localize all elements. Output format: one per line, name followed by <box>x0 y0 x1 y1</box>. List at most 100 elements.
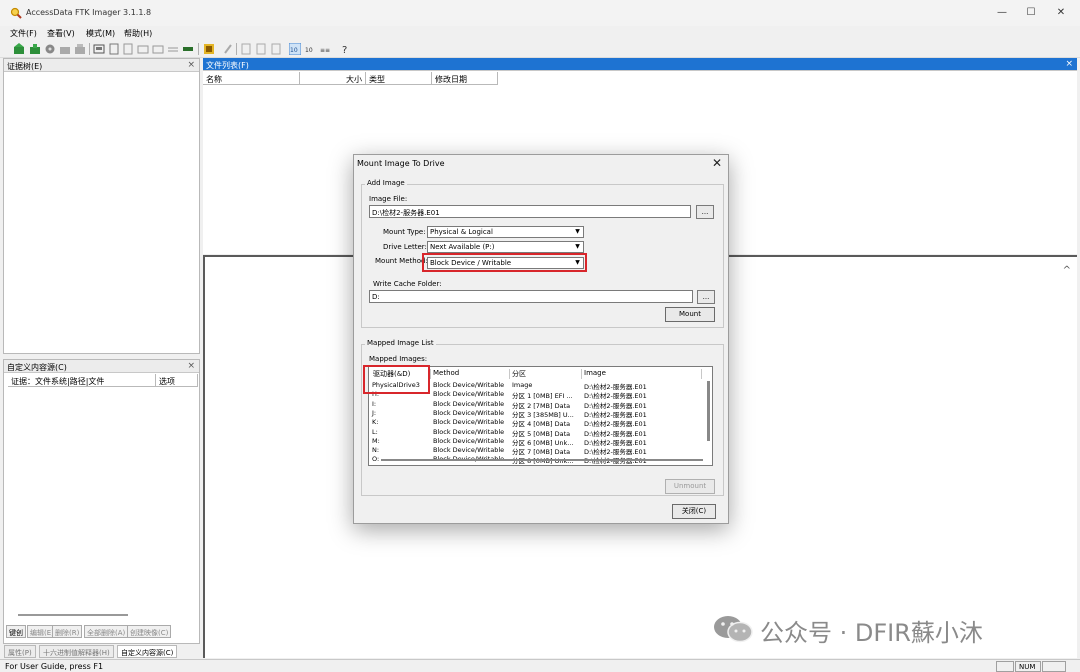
close-icon[interactable]: × <box>1065 59 1073 69</box>
remove-all-button[interactable]: 全部删除(A) <box>84 625 129 638</box>
image-file-label: Image File: <box>369 195 408 203</box>
vertical-scrollbar[interactable] <box>707 381 710 441</box>
status-cell <box>1042 661 1066 672</box>
wechat-icon <box>714 616 753 643</box>
column-type[interactable]: 类型 <box>366 72 432 85</box>
column-method[interactable]: Method <box>431 369 510 379</box>
export-file-hash-icon[interactable] <box>255 43 267 55</box>
tab-properties[interactable]: 属性(P) <box>4 645 36 658</box>
chevron-down-icon[interactable]: ▼ <box>573 228 582 236</box>
column-partition[interactable]: 分区 <box>510 369 582 379</box>
maximize-button[interactable]: ☐ <box>1019 5 1043 21</box>
close-icon[interactable]: × <box>187 361 195 371</box>
mount-method-label: Mount Method: <box>375 257 428 265</box>
svg-text:10: 10 <box>305 47 313 54</box>
file-list-title: 文件列表(F) <box>206 61 249 70</box>
list-item[interactable]: I: Block Device/Writable 分区 2 [7MB] Data D:… <box>369 400 704 410</box>
list-cell-method: Block Device/Writable <box>433 390 505 399</box>
mapped-images-label: Mapped Images: <box>369 355 428 363</box>
horizontal-scrollbar[interactable] <box>18 614 128 616</box>
window-title: AccessData FTK Imager 3.1.1.8 <box>26 8 152 17</box>
list-cell-method: Block Device/Writable <box>433 427 505 436</box>
toolbar: 10 10 ≡≡ ? <box>0 40 1080 58</box>
list-cell-drive: N: <box>372 446 380 455</box>
image-mounting-icon[interactable] <box>44 43 56 55</box>
create-image-button[interactable]: 创建映像(C) <box>127 625 172 638</box>
browse-cache-button[interactable]: ... <box>697 290 715 304</box>
list-item[interactable]: N: Block Device/Writable 分区 7 [0MB] Data D:… <box>369 446 704 456</box>
list-cell-method: Block Device/Writable <box>433 381 505 389</box>
highlight-box <box>363 365 430 394</box>
help-icon[interactable]: ? <box>340 43 352 55</box>
text-view-icon[interactable]: ≡≡ <box>320 43 332 55</box>
custom-content-panel: 自定义内容源(C) × 证据：文件系统|路径|文件 选项 <box>3 359 200 644</box>
detect-encryption-icon[interactable] <box>222 43 234 55</box>
menu-help[interactable]: 帮助(H) <box>124 28 152 39</box>
close-icon[interactable]: × <box>187 60 195 70</box>
list-item[interactable]: L: Block Device/Writable 分区 5 [0MB] Data D:… <box>369 427 704 438</box>
list-item[interactable]: K: Block Device/Writable 分区 4 [0MB] Data D:… <box>369 418 704 428</box>
decrypt-icon[interactable] <box>167 43 179 55</box>
svg-text:?: ? <box>342 45 347 55</box>
write-cache-field[interactable]: D: <box>369 290 693 303</box>
list-cell-drive: L: <box>372 427 378 436</box>
list-item[interactable]: J: Block Device/Writable 分区 3 [385MB] U...… <box>369 409 704 419</box>
hex-view-icon[interactable]: 10 <box>305 43 317 55</box>
mapped-image-group-label: Mapped Image List <box>365 339 436 347</box>
list-cell-method: Block Device/Writable <box>433 418 505 427</box>
toolbar-separator <box>236 43 237 55</box>
menu-view[interactable]: 查看(V) <box>47 28 75 39</box>
list-item[interactable]: M: Block Device/Writable 分区 6 [0MB] Unk...… <box>369 437 704 447</box>
column-image[interactable]: Image <box>582 369 702 379</box>
menu-file[interactable]: 文件(F) <box>10 28 37 39</box>
export-logical-image-icon[interactable] <box>122 43 134 55</box>
menu-bar: 文件(F) 查看(V) 模式(M) 帮助(H) <box>0 26 1080 40</box>
create-disk-image-icon[interactable] <box>93 43 105 55</box>
view-mode-icon[interactable]: 10 <box>289 43 301 55</box>
drive-letter-value: Next Available (P:) <box>430 243 495 251</box>
close-dialog-button[interactable]: 关闭(C) <box>672 504 716 519</box>
add-image-group-label: Add Image <box>365 179 407 187</box>
remove-button[interactable]: 删除(R) <box>52 625 83 638</box>
column-size[interactable]: 大小 <box>300 72 366 85</box>
list-cell-drive: O: <box>372 455 380 464</box>
list-cell-partition: Image <box>512 381 533 389</box>
close-icon[interactable]: ✕ <box>712 156 722 170</box>
remove-all-evidence-icon[interactable] <box>74 43 86 55</box>
add-to-custom-content-icon[interactable] <box>137 43 149 55</box>
drive-letter-select[interactable]: Next Available (P:) ▼ <box>427 241 584 253</box>
toolbar-separator <box>198 43 199 55</box>
mount-image-dialog: Mount Image To Drive ✕ Add Image Image F… <box>353 154 729 524</box>
mount-type-select[interactable]: Physical & Logical ▼ <box>427 226 584 238</box>
remove-evidence-icon[interactable] <box>59 43 71 55</box>
column-name[interactable]: 名称 <box>203 72 300 85</box>
memory-icon[interactable] <box>182 43 194 55</box>
mount-button[interactable]: Mount <box>665 307 715 322</box>
export-disk-image-icon[interactable] <box>108 43 120 55</box>
horizontal-scrollbar[interactable] <box>381 459 703 461</box>
write-cache-label: Write Cache Folder: <box>373 280 442 288</box>
obtain-protected-files-icon[interactable] <box>203 43 215 55</box>
menu-mode[interactable]: 模式(M) <box>86 28 115 39</box>
tab-hex-interpreter[interactable]: 十六进制值解释器(H) <box>39 645 114 658</box>
custom-content-title: 自定义内容源(C) <box>7 363 67 372</box>
export-directory-listing-icon[interactable] <box>270 43 282 55</box>
export-files-icon[interactable] <box>240 43 252 55</box>
tab-custom-content[interactable]: 自定义内容源(C) <box>117 645 178 658</box>
image-file-field[interactable]: D:\检材2-服务器.E01 <box>369 205 691 218</box>
column-modified-date[interactable]: 修改日期 <box>432 72 498 85</box>
minimize-button[interactable]: — <box>990 5 1014 21</box>
chevron-down-icon[interactable]: ▼ <box>573 243 582 251</box>
close-window-button[interactable]: ✕ <box>1049 5 1073 21</box>
unmount-button[interactable]: Unmount <box>665 479 715 494</box>
custom-content-header: 自定义内容源(C) × <box>4 360 199 373</box>
column-options[interactable]: 选项 <box>156 374 198 387</box>
chevron-up-icon[interactable]: ^ <box>1063 265 1071 276</box>
add-evidence-icon[interactable] <box>13 43 25 55</box>
create-custom-content-icon[interactable] <box>152 43 164 55</box>
column-evidence-path[interactable]: 证据：文件系统|路径|文件 <box>8 374 156 387</box>
evidence-tree-title: 证据树(E) <box>7 62 43 71</box>
add-all-evidence-icon[interactable] <box>29 43 41 55</box>
browse-image-button[interactable]: ... <box>696 205 714 219</box>
new-button[interactable]: 键创 <box>6 625 26 638</box>
